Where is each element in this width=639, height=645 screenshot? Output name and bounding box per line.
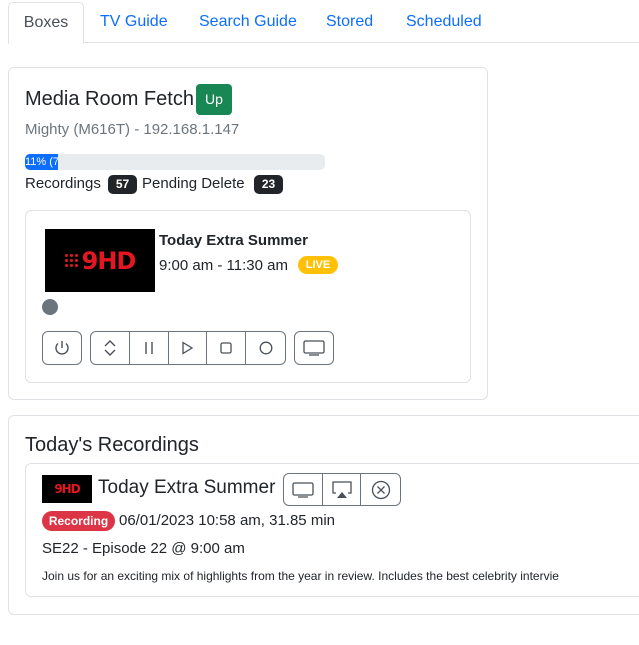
play-icon xyxy=(182,341,194,355)
playback-controls xyxy=(90,331,286,365)
recording-title: Today Extra Summer xyxy=(98,477,276,498)
tv-icon xyxy=(303,340,325,356)
recording-watch-button[interactable] xyxy=(284,474,323,505)
tab-bar: Boxes TV Guide Search Guide Stored Sched… xyxy=(8,0,639,44)
recording-cancel-button[interactable] xyxy=(361,474,400,505)
live-badge: LIVE xyxy=(298,256,338,274)
channel-logo-dots xyxy=(64,254,78,267)
status-dot xyxy=(42,299,58,315)
tab-boxes[interactable]: Boxes xyxy=(8,2,84,44)
channel-logo: 9HD xyxy=(45,229,155,292)
storage-progress-bar: 11% (7 xyxy=(25,154,58,170)
now-playing-time: 9:00 am - 11:30 am xyxy=(159,257,288,274)
device-info: Mighty (M616T) - 192.168.1.147 xyxy=(25,121,240,138)
channel-logo-text: 9HD xyxy=(81,246,137,275)
recordings-title: Today's Recordings xyxy=(25,434,199,456)
tab-tv-guide[interactable]: TV Guide xyxy=(100,2,168,42)
record-icon xyxy=(259,341,273,355)
status-badge: Up xyxy=(196,84,232,115)
updown-button[interactable] xyxy=(91,332,130,364)
recording-status-badge: Recording xyxy=(42,511,115,531)
play-button[interactable] xyxy=(169,332,208,364)
recording-episode: SE22 - Episode 22 @ 9:00 am xyxy=(42,540,245,557)
record-button[interactable] xyxy=(246,332,285,364)
stop-button[interactable] xyxy=(207,332,247,364)
tab-scheduled[interactable]: Scheduled xyxy=(406,2,482,42)
power-button[interactable] xyxy=(42,331,82,365)
cancel-icon xyxy=(371,480,390,499)
pending-delete-count-badge: 23 xyxy=(254,175,283,194)
recording-description: Join us for an exciting mix of highlight… xyxy=(42,569,559,583)
recordings-label: Recordings xyxy=(25,175,101,192)
recordings-count-badge: 57 xyxy=(108,175,137,194)
pause-button[interactable] xyxy=(130,332,169,364)
now-playing-title: Today Extra Summer xyxy=(159,232,308,249)
updown-icon xyxy=(104,340,116,356)
recording-meta: 06/01/2023 10:58 am, 31.85 min xyxy=(119,512,335,529)
recording-channel-logo-text: 9HD xyxy=(54,482,80,496)
recording-actions xyxy=(283,473,401,506)
box-name: Media Room Fetch xyxy=(25,88,194,110)
tab-search-guide[interactable]: Search Guide xyxy=(199,2,297,42)
airplay-icon xyxy=(331,480,352,498)
recording-channel-logo: 9HD xyxy=(42,475,92,503)
tab-stored[interactable]: Stored xyxy=(326,2,373,42)
recording-airplay-button[interactable] xyxy=(323,474,362,505)
pause-icon xyxy=(144,342,153,354)
tv-icon xyxy=(292,481,314,498)
power-icon xyxy=(55,341,69,355)
storage-progress: 11% (7 xyxy=(25,154,325,170)
pending-delete-label: Pending Delete xyxy=(142,175,245,192)
stop-icon xyxy=(220,342,232,354)
tv-button[interactable] xyxy=(294,331,334,365)
